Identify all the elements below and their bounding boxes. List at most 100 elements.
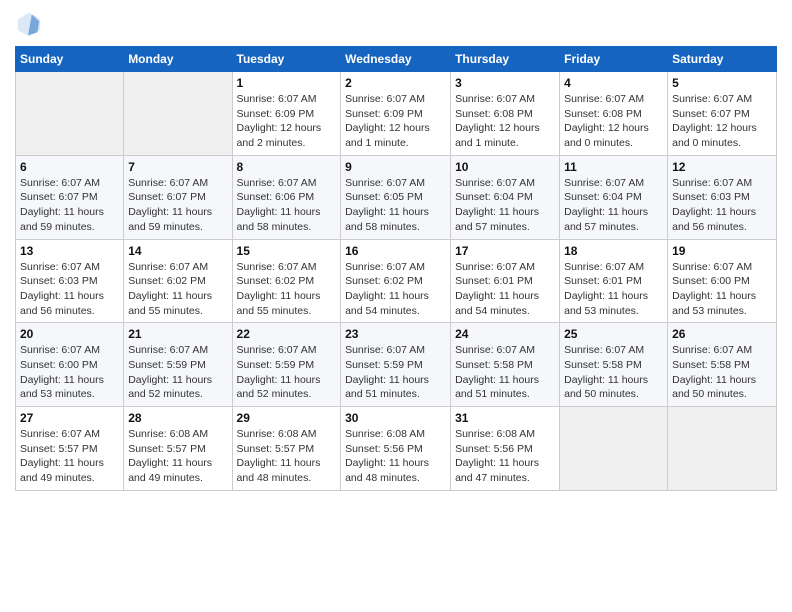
day-cell: 19Sunrise: 6:07 AM Sunset: 6:00 PM Dayli… bbox=[668, 239, 777, 323]
day-cell: 18Sunrise: 6:07 AM Sunset: 6:01 PM Dayli… bbox=[560, 239, 668, 323]
day-info: Sunrise: 6:07 AM Sunset: 6:03 PM Dayligh… bbox=[672, 176, 772, 235]
day-number: 9 bbox=[345, 160, 446, 174]
day-info: Sunrise: 6:07 AM Sunset: 6:08 PM Dayligh… bbox=[564, 92, 663, 151]
day-cell: 28Sunrise: 6:08 AM Sunset: 5:57 PM Dayli… bbox=[124, 407, 232, 491]
day-number: 10 bbox=[455, 160, 555, 174]
day-number: 5 bbox=[672, 76, 772, 90]
day-info: Sunrise: 6:07 AM Sunset: 6:01 PM Dayligh… bbox=[564, 260, 663, 319]
day-number: 22 bbox=[237, 327, 337, 341]
day-number: 28 bbox=[128, 411, 227, 425]
day-cell: 29 Sunrise: 6:08 AM Sunset: 5:57 PM Dayli… bbox=[232, 407, 341, 491]
day-cell: 22 Sunrise: 6:07 AM Sunset: 5:59 PM Dayli… bbox=[232, 323, 341, 407]
day-number: 2 bbox=[345, 76, 446, 90]
day-number: 4 bbox=[564, 76, 663, 90]
day-info: Sunrise: 6:07 AM Sunset: 6:07 PM Dayligh… bbox=[128, 176, 227, 235]
day-number: 26 bbox=[672, 327, 772, 341]
day-header-friday: Friday bbox=[560, 47, 668, 72]
day-cell: 15 Sunrise: 6:07 AM Sunset: 6:02 PM Dayli… bbox=[232, 239, 341, 323]
week-row-0: 1 Sunrise: 6:07 AM Sunset: 6:09 PM Daylig… bbox=[16, 72, 777, 156]
day-number: 24 bbox=[455, 327, 555, 341]
day-header-saturday: Saturday bbox=[668, 47, 777, 72]
day-number: 21 bbox=[128, 327, 227, 341]
day-number: 3 bbox=[455, 76, 555, 90]
week-row-1: 6Sunrise: 6:07 AM Sunset: 6:07 PM Daylig… bbox=[16, 155, 777, 239]
day-number: 27 bbox=[20, 411, 119, 425]
day-cell: 7 Sunrise: 6:07 AM Sunset: 6:07 PM Daylig… bbox=[124, 155, 232, 239]
day-cell bbox=[16, 72, 124, 156]
calendar-table: SundayMondayTuesdayWednesdayThursdayFrid… bbox=[15, 46, 777, 491]
day-number: 13 bbox=[20, 244, 119, 258]
calendar-header: SundayMondayTuesdayWednesdayThursdayFrid… bbox=[16, 47, 777, 72]
day-info: Sunrise: 6:07 AM Sunset: 5:58 PM Dayligh… bbox=[564, 343, 663, 402]
day-cell: 8 Sunrise: 6:07 AM Sunset: 6:06 PM Daylig… bbox=[232, 155, 341, 239]
main-container: SundayMondayTuesdayWednesdayThursdayFrid… bbox=[0, 0, 792, 612]
day-number: 8 bbox=[237, 160, 337, 174]
day-cell: 1 Sunrise: 6:07 AM Sunset: 6:09 PM Daylig… bbox=[232, 72, 341, 156]
day-number: 12 bbox=[672, 160, 772, 174]
day-info: Sunrise: 6:07 AM Sunset: 6:04 PM Dayligh… bbox=[455, 176, 555, 235]
day-info: Sunrise: 6:07 AM Sunset: 5:58 PM Dayligh… bbox=[672, 343, 772, 402]
day-number: 15 bbox=[237, 244, 337, 258]
header bbox=[15, 10, 777, 38]
day-cell: 3 Sunrise: 6:07 AM Sunset: 6:08 PM Daylig… bbox=[451, 72, 560, 156]
day-info: Sunrise: 6:07 AM Sunset: 6:02 PM Dayligh… bbox=[128, 260, 227, 319]
day-number: 20 bbox=[20, 327, 119, 341]
day-info: Sunrise: 6:07 AM Sunset: 6:03 PM Dayligh… bbox=[20, 260, 119, 319]
day-info: Sunrise: 6:07 AM Sunset: 5:58 PM Dayligh… bbox=[455, 343, 555, 402]
day-cell: 14 Sunrise: 6:07 AM Sunset: 6:02 PM Dayli… bbox=[124, 239, 232, 323]
day-info: Sunrise: 6:07 AM Sunset: 6:07 PM Dayligh… bbox=[20, 176, 119, 235]
day-cell: 27 Sunrise: 6:07 AM Sunset: 5:57 PM Dayli… bbox=[16, 407, 124, 491]
calendar-body: 1 Sunrise: 6:07 AM Sunset: 6:09 PM Daylig… bbox=[16, 72, 777, 491]
day-cell bbox=[124, 72, 232, 156]
day-cell: 6Sunrise: 6:07 AM Sunset: 6:07 PM Daylig… bbox=[16, 155, 124, 239]
day-info: Sunrise: 6:07 AM Sunset: 6:05 PM Dayligh… bbox=[345, 176, 446, 235]
day-number: 1 bbox=[237, 76, 337, 90]
day-info: Sunrise: 6:08 AM Sunset: 5:57 PM Dayligh… bbox=[237, 427, 337, 486]
day-info: Sunrise: 6:07 AM Sunset: 6:00 PM Dayligh… bbox=[672, 260, 772, 319]
week-row-2: 13 Sunrise: 6:07 AM Sunset: 6:03 PM Dayli… bbox=[16, 239, 777, 323]
day-info: Sunrise: 6:07 AM Sunset: 6:06 PM Dayligh… bbox=[237, 176, 337, 235]
day-number: 7 bbox=[128, 160, 227, 174]
day-cell: 30 Sunrise: 6:08 AM Sunset: 5:56 PM Dayli… bbox=[341, 407, 451, 491]
day-info: Sunrise: 6:07 AM Sunset: 6:08 PM Dayligh… bbox=[455, 92, 555, 151]
day-info: Sunrise: 6:07 AM Sunset: 5:59 PM Dayligh… bbox=[128, 343, 227, 402]
day-info: Sunrise: 6:07 AM Sunset: 6:07 PM Dayligh… bbox=[672, 92, 772, 151]
day-number: 29 bbox=[237, 411, 337, 425]
week-row-4: 27 Sunrise: 6:07 AM Sunset: 5:57 PM Dayli… bbox=[16, 407, 777, 491]
day-cell: 12 Sunrise: 6:07 AM Sunset: 6:03 PM Dayli… bbox=[668, 155, 777, 239]
day-cell bbox=[668, 407, 777, 491]
day-cell: 4 Sunrise: 6:07 AM Sunset: 6:08 PM Daylig… bbox=[560, 72, 668, 156]
day-cell: 10 Sunrise: 6:07 AM Sunset: 6:04 PM Dayli… bbox=[451, 155, 560, 239]
day-cell: 24 Sunrise: 6:07 AM Sunset: 5:58 PM Dayli… bbox=[451, 323, 560, 407]
day-header-monday: Monday bbox=[124, 47, 232, 72]
logo-icon bbox=[15, 10, 43, 38]
day-cell: 5 Sunrise: 6:07 AM Sunset: 6:07 PM Daylig… bbox=[668, 72, 777, 156]
day-info: Sunrise: 6:07 AM Sunset: 6:02 PM Dayligh… bbox=[345, 260, 446, 319]
day-info: Sunrise: 6:07 AM Sunset: 6:00 PM Dayligh… bbox=[20, 343, 119, 402]
day-info: Sunrise: 6:07 AM Sunset: 6:09 PM Dayligh… bbox=[237, 92, 337, 151]
day-number: 23 bbox=[345, 327, 446, 341]
day-info: Sunrise: 6:07 AM Sunset: 6:02 PM Dayligh… bbox=[237, 260, 337, 319]
header-row: SundayMondayTuesdayWednesdayThursdayFrid… bbox=[16, 47, 777, 72]
day-number: 30 bbox=[345, 411, 446, 425]
day-cell: 25 Sunrise: 6:07 AM Sunset: 5:58 PM Dayli… bbox=[560, 323, 668, 407]
day-cell: 21 Sunrise: 6:07 AM Sunset: 5:59 PM Dayli… bbox=[124, 323, 232, 407]
day-number: 11 bbox=[564, 160, 663, 174]
day-header-tuesday: Tuesday bbox=[232, 47, 341, 72]
day-info: Sunrise: 6:08 AM Sunset: 5:56 PM Dayligh… bbox=[455, 427, 555, 486]
logo bbox=[15, 10, 47, 38]
day-cell: 20 Sunrise: 6:07 AM Sunset: 6:00 PM Dayli… bbox=[16, 323, 124, 407]
day-cell: 31Sunrise: 6:08 AM Sunset: 5:56 PM Dayli… bbox=[451, 407, 560, 491]
day-number: 14 bbox=[128, 244, 227, 258]
day-number: 25 bbox=[564, 327, 663, 341]
day-header-wednesday: Wednesday bbox=[341, 47, 451, 72]
day-cell: 11Sunrise: 6:07 AM Sunset: 6:04 PM Dayli… bbox=[560, 155, 668, 239]
day-info: Sunrise: 6:07 AM Sunset: 6:01 PM Dayligh… bbox=[455, 260, 555, 319]
day-cell: 26 Sunrise: 6:07 AM Sunset: 5:58 PM Dayli… bbox=[668, 323, 777, 407]
day-cell: 2Sunrise: 6:07 AM Sunset: 6:09 PM Daylig… bbox=[341, 72, 451, 156]
week-row-3: 20 Sunrise: 6:07 AM Sunset: 6:00 PM Dayli… bbox=[16, 323, 777, 407]
day-info: Sunrise: 6:08 AM Sunset: 5:56 PM Dayligh… bbox=[345, 427, 446, 486]
day-info: Sunrise: 6:07 AM Sunset: 5:57 PM Dayligh… bbox=[20, 427, 119, 486]
day-info: Sunrise: 6:07 AM Sunset: 5:59 PM Dayligh… bbox=[237, 343, 337, 402]
day-cell: 16Sunrise: 6:07 AM Sunset: 6:02 PM Dayli… bbox=[341, 239, 451, 323]
